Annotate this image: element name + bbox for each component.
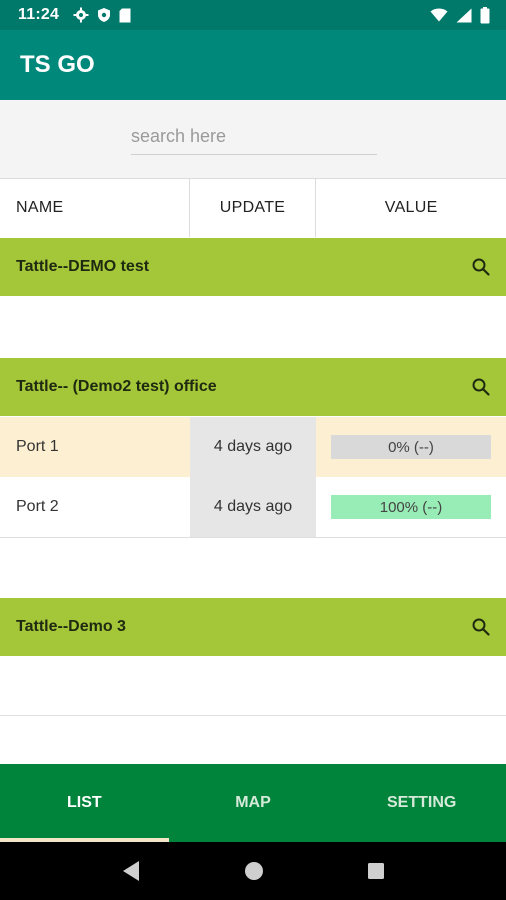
row-value-cell: 100% (--) <box>316 477 506 537</box>
column-headers: NAME UPDATE VALUE <box>0 179 506 237</box>
back-icon[interactable] <box>121 860 141 882</box>
bottom-navigation: LIST MAP SETTING <box>0 764 506 842</box>
group-header[interactable]: Tattle--DEMO test <box>0 238 506 296</box>
row-name: Port 1 <box>0 417 190 477</box>
battery-icon <box>480 6 490 24</box>
group-header[interactable]: Tattle--Demo 3 <box>0 598 506 656</box>
home-icon[interactable] <box>244 861 264 881</box>
settings-icon <box>73 7 89 23</box>
tab-setting[interactable]: SETTING <box>337 764 506 842</box>
row-name: Port 2 <box>0 477 190 537</box>
row-value-cell: 0% (--) <box>316 417 506 477</box>
wifi-icon <box>430 8 448 22</box>
status-bar: 11:24 <box>0 0 506 30</box>
system-navigation-bar <box>0 842 506 900</box>
group-name: Tattle-- (Demo2 test) office <box>16 378 217 395</box>
row-value: 0% (--) <box>331 435 491 459</box>
column-header-name: NAME <box>0 179 190 237</box>
search-input[interactable] <box>131 118 377 155</box>
search-bar <box>0 100 506 179</box>
row-update: 4 days ago <box>190 417 316 477</box>
tab-list[interactable]: LIST <box>0 764 169 842</box>
group-name: Tattle--Demo 3 <box>16 618 126 635</box>
shield-icon <box>97 7 111 23</box>
search-icon[interactable] <box>470 616 492 638</box>
group-name: Tattle--DEMO test <box>16 258 150 275</box>
table-row[interactable]: Port 1 4 days ago 0% (--) <box>0 417 506 478</box>
column-header-update: UPDATE <box>190 179 317 237</box>
status-time: 11:24 <box>18 6 60 23</box>
column-header-value: VALUE <box>384 199 438 216</box>
recents-icon[interactable] <box>367 862 385 880</box>
sd-card-icon <box>119 8 131 23</box>
tab-map[interactable]: MAP <box>169 764 338 842</box>
group-header[interactable]: Tattle-- (Demo2 test) office <box>0 358 506 416</box>
search-icon[interactable] <box>470 376 492 398</box>
signal-icon <box>456 8 472 23</box>
table-row[interactable]: Port 2 4 days ago 100% (--) <box>0 477 506 538</box>
row-value: 100% (--) <box>331 495 491 519</box>
app-bar: TS GO <box>0 30 506 100</box>
app-title: TS GO <box>20 51 95 78</box>
search-icon[interactable] <box>470 256 492 278</box>
divider <box>0 715 506 716</box>
row-update: 4 days ago <box>190 477 316 537</box>
